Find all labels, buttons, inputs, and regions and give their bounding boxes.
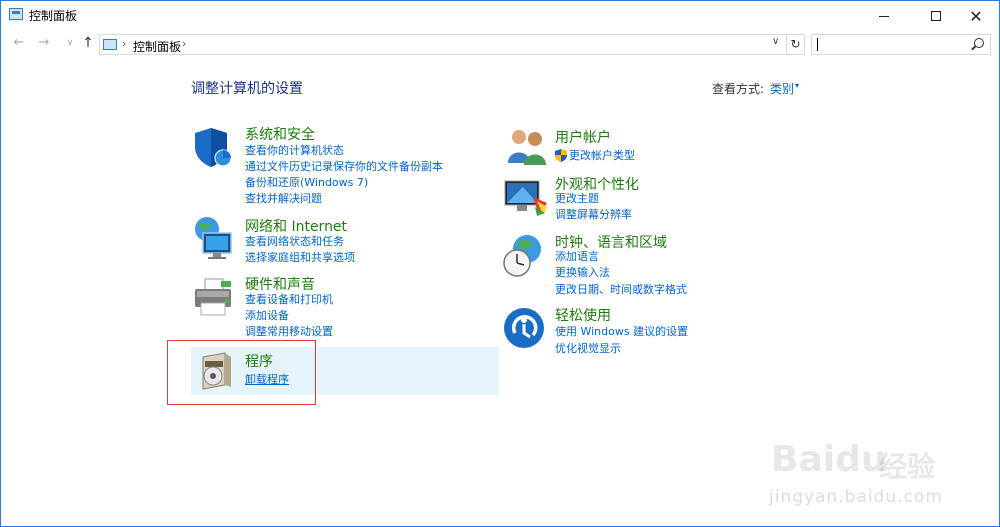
breadcrumb-separator-end[interactable]: › xyxy=(182,37,186,50)
control-panel-app-icon xyxy=(9,8,23,20)
link-view-computer-status[interactable]: 查看你的计算机状态 xyxy=(245,144,344,158)
address-dropdown-icon[interactable]: ∨ xyxy=(772,36,779,47)
breadcrumb-separator[interactable]: › xyxy=(122,37,126,50)
navigation-bar: ← → ∨ ↑ › 控制面板 › ∨ ↻ xyxy=(1,31,999,57)
view-by-dropdown[interactable]: 类别 xyxy=(770,80,794,97)
link-backup-restore[interactable]: 备份和还原(Windows 7) xyxy=(245,176,368,190)
minimize-button[interactable] xyxy=(861,1,907,31)
shield-icon[interactable] xyxy=(191,125,235,169)
link-devices-printers[interactable]: 查看设备和打印机 xyxy=(245,293,333,307)
printer-icon[interactable] xyxy=(191,277,237,319)
link-screen-resolution[interactable]: 调整屏幕分辨率 xyxy=(555,208,632,222)
link-file-history[interactable]: 通过文件历史记录保存你的文件备份副本 xyxy=(245,160,443,174)
clock-globe-icon[interactable] xyxy=(501,233,547,279)
category-hardware-sound[interactable]: 硬件和声音 xyxy=(245,274,315,294)
view-by-label: 查看方式: xyxy=(712,82,765,96)
category-network-internet[interactable]: 网络和 Internet xyxy=(245,216,347,236)
link-optimize-visual-display[interactable]: 优化视觉显示 xyxy=(555,342,621,356)
page-title: 调整计算机的设置 xyxy=(191,81,303,97)
monitor-colors-icon[interactable] xyxy=(503,177,549,217)
maximize-icon xyxy=(931,11,941,21)
window-title: 控制面板 xyxy=(29,9,78,23)
link-date-time-format[interactable]: 更改日期、时间或数字格式 xyxy=(555,283,687,297)
minimize-icon xyxy=(879,15,889,17)
ease-of-access-icon[interactable] xyxy=(503,307,545,349)
category-appearance[interactable]: 外观和个性化 xyxy=(555,174,639,194)
link-add-device[interactable]: 添加设备 xyxy=(245,309,289,323)
users-icon[interactable] xyxy=(505,127,549,165)
watermark-cn: 经验 xyxy=(879,450,936,483)
baidu-jingyan-watermark: Baidu 经验 jingyan.baidu.com xyxy=(759,429,999,524)
watermark-brand: Baidu xyxy=(771,439,887,480)
category-ease-of-access[interactable]: 轻松使用 xyxy=(555,305,611,325)
link-add-language[interactable]: 添加语言 xyxy=(555,250,599,264)
refresh-button[interactable]: ↻ xyxy=(787,34,805,55)
forward-button[interactable]: → xyxy=(35,34,53,52)
link-change-account-type[interactable]: 更改帐户类型 xyxy=(569,149,635,163)
back-button[interactable]: ← xyxy=(10,34,28,52)
category-system-security[interactable]: 系统和安全 xyxy=(245,124,315,144)
text-caret xyxy=(817,38,818,51)
address-bar[interactable]: › 控制面板 › ∨ xyxy=(99,34,787,55)
control-panel-small-icon xyxy=(103,39,117,50)
category-user-accounts[interactable]: 用户帐户 xyxy=(555,127,611,147)
link-change-theme[interactable]: 更改主题 xyxy=(555,192,599,206)
link-homegroup[interactable]: 选择家庭组和共享选项 xyxy=(245,251,355,265)
watermark-url: jingyan.baidu.com xyxy=(769,487,943,507)
up-button[interactable]: ↑ xyxy=(79,34,97,52)
network-globe-icon[interactable] xyxy=(191,215,237,261)
annotation-highlight-box xyxy=(167,340,316,405)
link-mobility-settings[interactable]: 调整常用移动设置 xyxy=(245,325,333,339)
link-change-input-method[interactable]: 更换输入法 xyxy=(555,266,610,280)
close-button[interactable]: ✕ xyxy=(953,1,999,31)
category-clock-language-region[interactable]: 时钟、语言和区域 xyxy=(555,232,667,252)
breadcrumb-control-panel[interactable]: 控制面板 xyxy=(133,38,181,55)
control-panel-window: 控制面板 ✕ ← → ∨ ↑ › 控制面板 › ∨ ↻ 调整计算机的设置 查看方… xyxy=(0,0,1000,527)
title-bar: 控制面板 ✕ xyxy=(1,1,999,31)
link-windows-recommended-settings[interactable]: 使用 Windows 建议的设置 xyxy=(555,325,688,339)
link-network-status[interactable]: 查看网络状态和任务 xyxy=(245,235,344,249)
chevron-down-icon[interactable]: ▾ xyxy=(795,81,799,90)
recent-locations-button[interactable]: ∨ xyxy=(61,34,79,52)
uac-shield-icon xyxy=(555,149,567,162)
search-icon[interactable] xyxy=(974,38,984,48)
link-troubleshoot[interactable]: 查找并解决问题 xyxy=(245,192,322,206)
search-input[interactable] xyxy=(811,34,991,55)
